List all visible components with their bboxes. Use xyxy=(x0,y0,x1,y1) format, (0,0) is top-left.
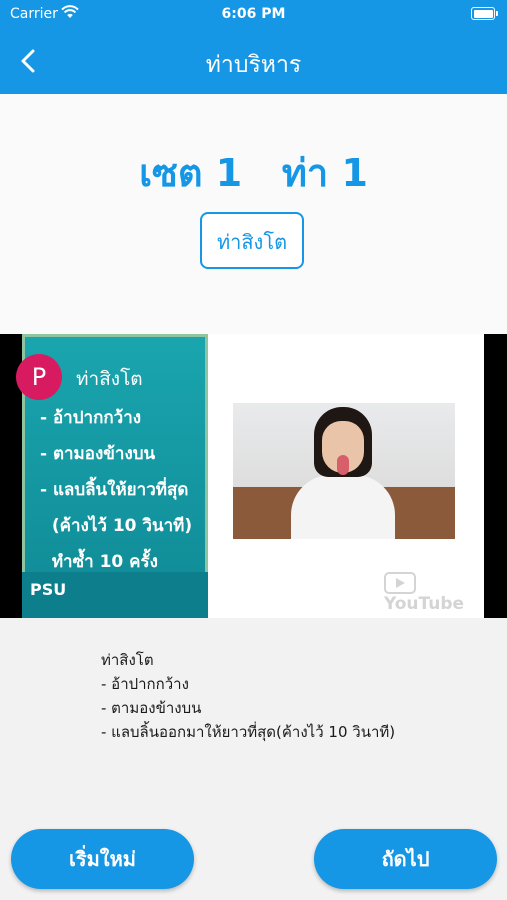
video-slide-list: - อ้าปากกว้าง - ตามองข้างบน - แลบลิ้นให้… xyxy=(40,400,192,580)
status-time: 6:06 PM xyxy=(221,6,286,22)
psu-logo-bar: PSU xyxy=(22,572,208,618)
channel-avatar[interactable]: P xyxy=(16,354,62,400)
slide-item: - ตามองข้างบน xyxy=(40,444,156,464)
video-player[interactable]: - อ้าปากกว้าง - ตามองข้างบน - แลบลิ้นให้… xyxy=(0,334,507,618)
slide-item: - แลบลิ้นให้ยาวที่สุด xyxy=(40,480,189,500)
more-options-icon[interactable] xyxy=(455,366,461,387)
description-line: - ตามองข้างบน xyxy=(101,699,202,717)
status-bar: Carrier 6:06 PM xyxy=(0,0,507,28)
youtube-play-icon xyxy=(384,572,416,594)
navigation-bar: ท่าบริหาร xyxy=(0,28,507,94)
psu-logo: PSU xyxy=(30,580,67,599)
battery-icon xyxy=(471,7,498,20)
slide-item: (ค้างไว้ 10 วินาที) xyxy=(40,516,193,536)
restart-button[interactable]: เริ่มใหม่ xyxy=(11,829,194,889)
slide-item: - อ้าปากกว้าง xyxy=(40,408,142,428)
set-pose-heading: เซต 1 ท่า 1 xyxy=(139,151,368,195)
description-line: - แลบลิ้นออกมาให้ยาวที่สุด(ค้างไว้ 10 วิ… xyxy=(101,723,396,741)
pose-name-button[interactable]: ท่าสิงโต xyxy=(200,212,304,269)
next-button[interactable]: ถัดไป xyxy=(314,829,497,889)
description-line: - อ้าปากกว้าง xyxy=(101,675,189,693)
instructor-tongue xyxy=(337,455,349,475)
exercise-header: เซต 1 ท่า 1 ท่าสิงโต xyxy=(0,94,507,334)
page-title: ท่าบริหาร xyxy=(205,52,302,78)
description-line: ท่าสิงโต xyxy=(101,651,154,669)
instructor-coat xyxy=(291,475,395,539)
youtube-watermark[interactable]: YouTube xyxy=(384,572,486,614)
pose-description: ท่าสิงโต - อ้าปากกว้าง - ตามองข้างบน - แ… xyxy=(101,648,395,744)
video-title[interactable]: ท่าสิงโต xyxy=(76,364,143,394)
instructor-photo xyxy=(233,403,455,539)
youtube-label: YouTube xyxy=(384,594,465,614)
